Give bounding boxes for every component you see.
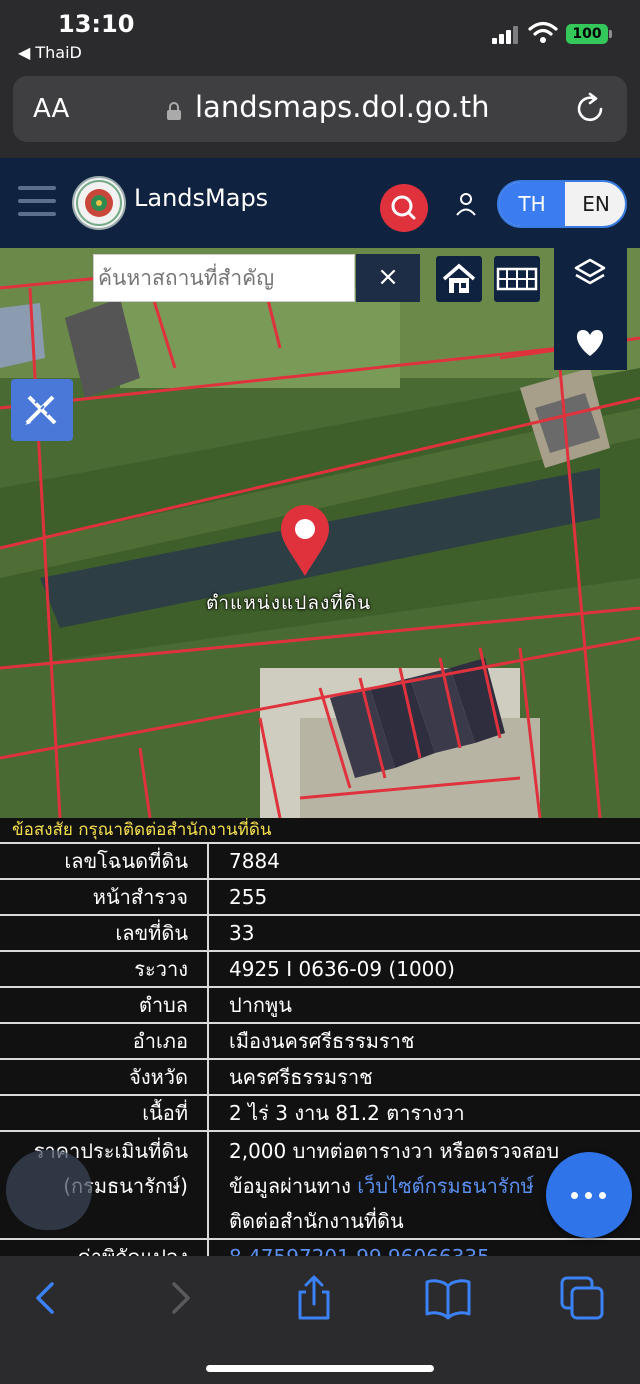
parcel-info-panel: ข้อสงสัย กรุณาติดต่อสำนักงานที่ดิน เลขโฉ…: [0, 818, 640, 1256]
grid-icon: [496, 267, 538, 291]
row-label: เลขโฉนดที่ดิน: [64, 849, 188, 873]
landmark-search-input[interactable]: [94, 255, 344, 301]
row-value: นครศรีธรรมราช: [207, 1060, 640, 1094]
status-time: 13:10: [58, 10, 135, 38]
table-row-coordinates: ค่าพิกัดแปลง 8.47597201,99.96066335: [0, 1238, 640, 1256]
app-header: LandsMaps TH EN: [0, 158, 640, 248]
table-row: อำเภอ เมืองนครศรีธรรมราช: [0, 1022, 640, 1058]
price-line-2-text: ข้อมูลผ่านทาง: [229, 1174, 358, 1198]
table-row: ตำบล ปากพูน: [0, 986, 640, 1022]
lock-icon: [167, 102, 181, 120]
help-button[interactable]: [6, 1150, 92, 1230]
table-row: เลขที่ดิน 33: [0, 914, 640, 950]
clear-search-button[interactable]: ×: [356, 254, 420, 302]
row-label: อำเภอ: [132, 1029, 188, 1053]
table-row: จังหวัด นครศรีธรรมราช: [0, 1058, 640, 1094]
row-label: เลขที่ดิน: [115, 921, 188, 945]
battery-tip: [609, 30, 612, 38]
coord-label: ค่าพิกัดแปลง: [0, 1240, 206, 1256]
url-text[interactable]: landsmaps.dol.go.th: [195, 90, 490, 124]
lang-th-button[interactable]: TH: [499, 182, 565, 226]
more-icon-dot: [585, 1192, 592, 1199]
grid-button[interactable]: [494, 256, 540, 302]
back-icon[interactable]: [22, 1274, 70, 1322]
pin-label: ตำแหน่งแปลงที่ดิน: [206, 592, 372, 614]
row-value: 2 ไร่ 3 งาน 81.2 ตารางวา: [207, 1096, 640, 1130]
coord-link[interactable]: 8.47597201,99.96066335: [229, 1245, 490, 1256]
share-icon[interactable]: [290, 1274, 338, 1322]
table-row: เนื้อที่ 2 ไร่ 3 งาน 81.2 ตารางวา: [0, 1094, 640, 1130]
address-bar[interactable]: AA landsmaps.dol.go.th: [13, 76, 627, 142]
lang-en-button[interactable]: EN: [565, 182, 625, 226]
row-label: ระวาง: [134, 957, 188, 981]
browser-address-area: AA landsmaps.dol.go.th: [0, 70, 640, 158]
status-bar: 13:10 ◀ ThaiD 100: [0, 0, 640, 70]
coord-cell: 8.47597201,99.96066335: [207, 1240, 640, 1256]
language-toggle[interactable]: TH EN: [497, 180, 627, 228]
reload-icon[interactable]: [573, 92, 607, 126]
treasury-website-link[interactable]: เว็บไซต์กรมธนารักษ์: [357, 1174, 534, 1198]
row-value: 4925 I 0636-09 (1000): [207, 952, 640, 986]
wifi-icon: [528, 21, 558, 43]
back-to-app-link[interactable]: ◀ ThaiD: [18, 43, 82, 62]
ruler-pencil-icon: [25, 395, 57, 425]
more-icon-dot: [571, 1192, 578, 1199]
map-side-panel: [554, 248, 627, 370]
more-icon-dot: [599, 1192, 606, 1199]
landmark-search-field[interactable]: [93, 254, 355, 302]
search-button[interactable]: [380, 184, 428, 232]
row-label: จังหวัด: [129, 1065, 188, 1089]
heart-icon[interactable]: [554, 312, 627, 372]
department-logo: [72, 176, 126, 230]
row-label: เนื้อที่: [142, 1101, 188, 1125]
user-icon[interactable]: [454, 192, 478, 216]
row-value: 7884: [207, 844, 640, 878]
layers-icon[interactable]: [554, 248, 627, 308]
hamburger-icon[interactable]: [18, 186, 56, 216]
row-label: ตำบล: [138, 993, 188, 1017]
table-row: หน้าสำรวจ 255: [0, 878, 640, 914]
home-button[interactable]: [436, 256, 482, 302]
location-pin-icon[interactable]: [278, 504, 332, 578]
text-size-button[interactable]: AA: [33, 94, 69, 124]
row-value: เมืองนครศรีธรรมราช: [207, 1024, 640, 1058]
battery-indicator: 100: [566, 24, 608, 44]
home-indicator: [206, 1365, 434, 1372]
row-value: ปากพูน: [207, 988, 640, 1022]
search-icon: [391, 195, 416, 220]
measure-tool-button[interactable]: [11, 379, 73, 441]
map-view[interactable]: ×: [0, 248, 640, 818]
more-button[interactable]: [546, 1152, 632, 1238]
contact-notice: ข้อสงสัย กรุณาติดต่อสำนักงานที่ดิน: [12, 820, 272, 840]
cellular-signal-icon: [492, 24, 522, 44]
table-row: เลขโฉนดที่ดิน 7884: [0, 842, 640, 878]
parcel-info-table: เลขโฉนดที่ดิน 7884 หน้าสำรวจ 255 เลขที่ด…: [0, 842, 640, 1256]
table-row: ระวาง 4925 I 0636-09 (1000): [0, 950, 640, 986]
tabs-icon[interactable]: [558, 1274, 606, 1322]
row-value: 255: [207, 880, 640, 914]
row-label: หน้าสำรวจ: [92, 885, 188, 909]
table-row-price: ราคาประเมินที่ดิน (กรมธนารักษ์) 2,000 บา…: [0, 1130, 640, 1238]
home-icon: [442, 263, 476, 293]
bookmarks-icon[interactable]: [424, 1274, 472, 1322]
forward-icon[interactable]: [156, 1274, 204, 1322]
brand-name: LandsMaps: [134, 184, 269, 212]
row-value: 33: [207, 916, 640, 950]
